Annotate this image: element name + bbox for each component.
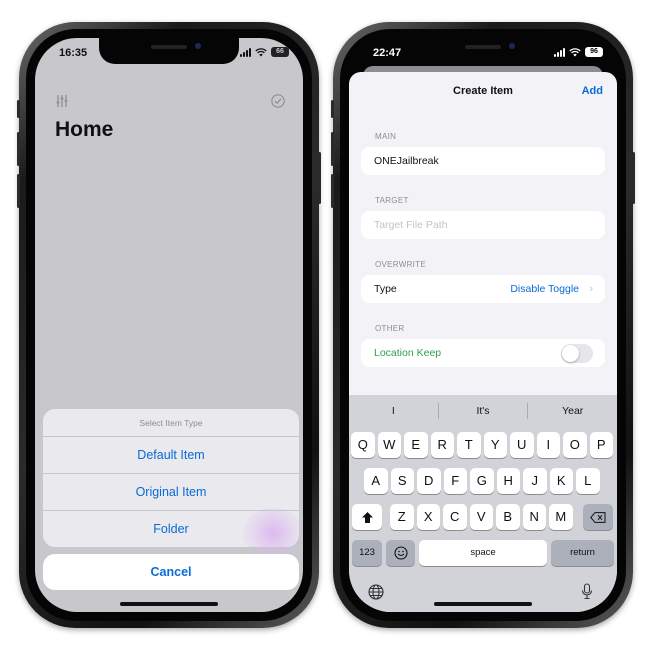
main-name-value: ONEJailbreak [374,155,439,167]
wifi-icon [569,47,581,56]
shift-icon [361,512,373,523]
cellular-signal-icon [240,47,251,57]
key-d[interactable]: D [417,468,441,494]
key-q[interactable]: Q [351,432,375,458]
key-k[interactable]: K [549,468,573,494]
sliders-icon[interactable] [55,94,69,108]
type-row-value: Disable Toggle [510,283,579,295]
key-c[interactable]: C [443,504,467,530]
type-row[interactable]: Type Disable Toggle › [361,275,605,303]
key-j[interactable]: J [523,468,547,494]
action-sheet-title: Select Item Type [43,409,299,437]
chevron-right-icon: › [589,283,593,295]
key-a[interactable]: A [364,468,388,494]
target-path-field[interactable]: Target File Path [361,211,605,239]
key-i[interactable]: I [536,432,560,458]
key-n[interactable]: N [522,504,546,530]
return-key[interactable]: return [551,540,614,566]
key-z[interactable]: Z [390,504,414,530]
home-indicator[interactable] [120,602,218,606]
key-e[interactable]: E [404,432,428,458]
battery-icon: 96 [585,47,603,57]
key-o[interactable]: O [563,432,587,458]
key-v[interactable]: V [469,504,493,530]
key-t[interactable]: T [457,432,481,458]
section-label-overwrite: OVERWRITE [375,260,427,269]
delete-key[interactable] [583,504,613,530]
checkmark-circle-icon[interactable] [271,94,285,108]
status-time: 22:47 [373,47,402,59]
backspace-icon [590,512,606,523]
space-key[interactable]: space [419,540,547,566]
key-p[interactable]: P [589,432,613,458]
suggestion-bar: I It's Year [349,395,617,427]
main-name-field[interactable]: ONEJailbreak [361,147,605,175]
keyboard: I It's Year QWERTYUIOPASDFGHJKLZXCVBNM 1… [349,395,617,612]
location-keep-label: Location Keep [374,347,442,359]
home-indicator[interactable] [434,602,532,606]
key-y[interactable]: Y [483,432,507,458]
left-screen: 16:35 66 Home Select Item Type Default I… [35,38,303,612]
notch [413,38,553,64]
target-path-placeholder: Target File Path [374,219,448,231]
type-row-label: Type [374,283,397,295]
wifi-icon [255,47,267,56]
right-phone: 22:47 96 Create Item Add MAIN ONEJailbre… [331,22,635,628]
key-x[interactable]: X [416,504,440,530]
right-screen: 22:47 96 Create Item Add MAIN ONEJailbre… [349,38,617,612]
cellular-signal-icon [554,47,565,57]
add-button[interactable]: Add [582,85,603,97]
location-keep-toggle[interactable] [561,344,593,363]
default-item-option[interactable]: Default Item [43,437,299,474]
emoji-key[interactable] [386,540,415,566]
emoji-icon [393,546,408,560]
status-time: 16:35 [59,47,88,59]
suggestion-3[interactable]: Year [528,405,617,417]
suggestion-2[interactable]: It's [439,405,528,417]
key-s[interactable]: S [390,468,414,494]
key-b[interactable]: B [496,504,520,530]
decorative-glow [243,508,303,558]
shift-key[interactable] [352,504,382,530]
key-f[interactable]: F [443,468,467,494]
battery-icon: 66 [271,47,289,57]
key-r[interactable]: R [430,432,454,458]
key-g[interactable]: G [470,468,494,494]
section-label-target: TARGET [375,196,409,205]
key-h[interactable]: H [496,468,520,494]
numbers-key[interactable]: 123 [352,540,382,566]
microphone-icon[interactable] [581,583,593,600]
key-u[interactable]: U [510,432,534,458]
section-label-other: OTHER [375,324,405,333]
sheet-title: Create Item [453,85,513,97]
key-m[interactable]: M [549,504,573,530]
key-l[interactable]: L [576,468,600,494]
location-keep-row: Location Keep [361,339,605,367]
notch [99,38,239,64]
left-phone: 16:35 66 Home Select Item Type Default I… [17,22,321,628]
section-label-main: MAIN [375,132,397,141]
globe-icon[interactable] [368,584,384,600]
page-title: Home [55,118,114,141]
page: 16:35 66 Home Select Item Type Default I… [0,0,650,650]
original-item-option[interactable]: Original Item [43,474,299,511]
suggestion-1[interactable]: I [349,405,438,417]
cancel-button[interactable]: Cancel [43,554,299,590]
key-w[interactable]: W [377,432,401,458]
